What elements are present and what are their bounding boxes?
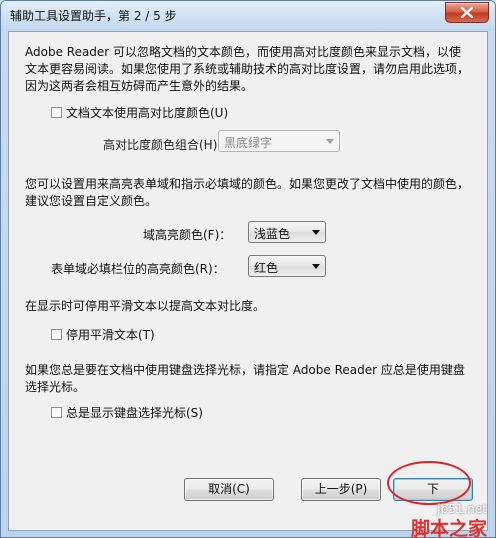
keyboard-cursor-checkbox-label: 总是显示键盘选择光标(S)	[66, 406, 203, 420]
smooth-text-checkbox-row[interactable]: 停用平滑文本(T)	[51, 326, 155, 343]
high-contrast-checkbox-row[interactable]: 文档文本使用高对比度颜色(U)	[51, 104, 228, 121]
close-button[interactable]	[445, 2, 489, 23]
required-highlight-value: 红色	[254, 261, 279, 275]
watermark-brand: 脚本之家	[410, 518, 487, 538]
color-scheme-label: 高对比度颜色组合(H)：	[103, 138, 230, 152]
field-highlight-label: 域高亮颜色(F)：	[143, 228, 232, 242]
smooth-text-checkbox-label: 停用平滑文本(T)	[66, 328, 155, 342]
chevron-down-icon	[312, 264, 320, 269]
wizard-window: 辅助工具设置助手，第 2 / 5 步 Adobe Reader 可以忽略文档的文…	[0, 0, 496, 538]
smooth-text-checkbox[interactable]	[51, 329, 62, 340]
wizard-content: Adobe Reader 可以忽略文档的文本颜色，而使用高对比度颜色来显示文档，…	[8, 31, 488, 531]
form-highlight-description: 您可以设置用来高亮表单域和指示必填域的颜色。如果您更改了文档中使用的颜色，建议您…	[25, 177, 470, 208]
annotation-circle	[387, 461, 471, 505]
keyboard-cursor-checkbox[interactable]	[51, 407, 62, 418]
close-icon	[461, 7, 473, 18]
high-contrast-checkbox-label: 文档文本使用高对比度颜色(U)	[66, 106, 229, 120]
color-scheme-select[interactable]: 黑底绿字	[218, 130, 340, 152]
back-button[interactable]: 上一步(P)	[301, 478, 381, 501]
cancel-button[interactable]: 取消(C)	[184, 478, 274, 501]
required-highlight-select[interactable]: 红色	[248, 255, 326, 277]
high-contrast-description: Adobe Reader 可以忽略文档的文本颜色，而使用高对比度颜色来显示文档，…	[25, 45, 470, 93]
keyboard-cursor-description: 如果您总是要在文档中使用键盘选择光标，请指定 Adobe Reader 应总是使…	[25, 363, 465, 394]
keyboard-cursor-checkbox-row[interactable]: 总是显示键盘选择光标(S)	[51, 404, 203, 421]
field-highlight-value: 浅蓝色	[254, 227, 291, 241]
field-highlight-select[interactable]: 浅蓝色	[248, 221, 326, 243]
smooth-text-description: 在显示时可停用平滑文本以提高文本对比度。	[25, 299, 266, 313]
high-contrast-checkbox[interactable]	[51, 107, 62, 118]
color-scheme-value: 黑底绿字	[224, 136, 273, 150]
chevron-down-icon	[326, 139, 334, 144]
title-bar[interactable]: 辅助工具设置助手，第 2 / 5 步	[1, 1, 495, 31]
window-title: 辅助工具设置助手，第 2 / 5 步	[10, 9, 177, 23]
chevron-down-icon	[312, 230, 320, 235]
required-highlight-label: 表单域必填栏位的高亮颜色(R)：	[51, 262, 225, 276]
